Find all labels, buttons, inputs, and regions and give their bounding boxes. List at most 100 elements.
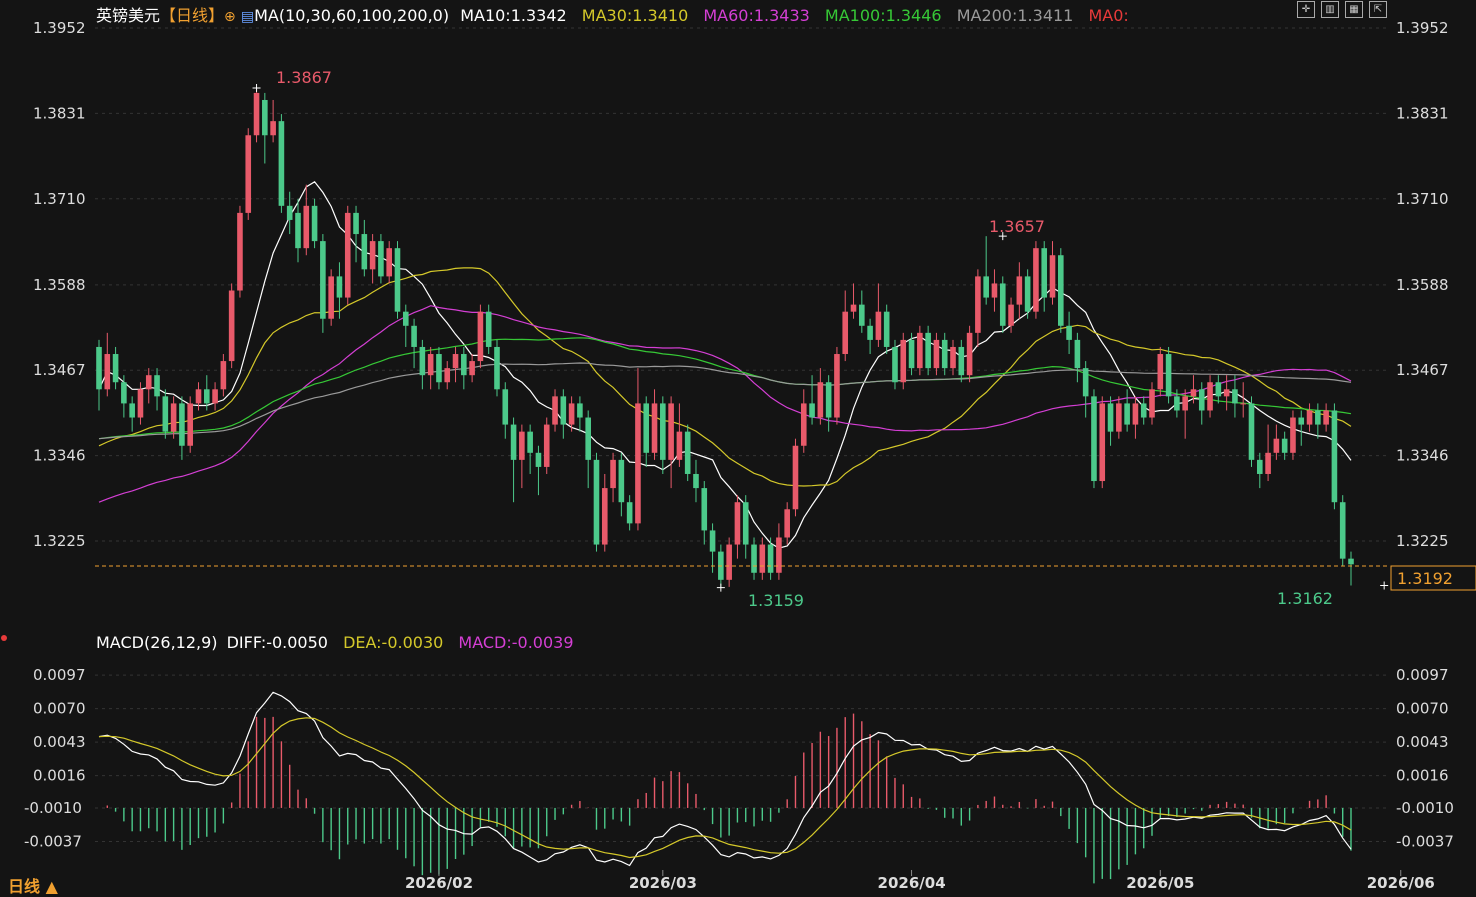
candle-up[interactable] bbox=[875, 283, 882, 347]
zoom-out-tool-icon[interactable]: ▦ bbox=[1345, 1, 1363, 18]
candle-down[interactable] bbox=[958, 339, 965, 383]
candle-down[interactable] bbox=[941, 332, 948, 376]
candle-down[interactable] bbox=[1024, 269, 1031, 319]
candlestick-series[interactable] bbox=[96, 87, 1354, 588]
candle-down[interactable] bbox=[129, 396, 135, 432]
candle-down[interactable] bbox=[510, 417, 517, 503]
candle-down[interactable] bbox=[1165, 346, 1172, 404]
candle-up[interactable] bbox=[220, 354, 227, 397]
candle-down[interactable] bbox=[411, 318, 417, 369]
candle-down[interactable] bbox=[643, 396, 650, 467]
candle-up[interactable] bbox=[776, 523, 782, 580]
candle-down[interactable] bbox=[751, 537, 757, 580]
candle-down[interactable] bbox=[1140, 396, 1147, 425]
candle-up[interactable] bbox=[328, 269, 334, 326]
candle-down[interactable] bbox=[577, 396, 583, 432]
candle-up[interactable] bbox=[601, 473, 608, 552]
candle-down[interactable] bbox=[892, 339, 898, 390]
candle-up[interactable] bbox=[1306, 403, 1313, 432]
candle-down[interactable] bbox=[1256, 452, 1263, 489]
candle-down[interactable] bbox=[925, 325, 931, 376]
fullscreen-tool-icon[interactable]: ⇱ bbox=[1369, 1, 1387, 18]
candle-up[interactable] bbox=[734, 495, 741, 559]
candle-down[interactable] bbox=[278, 114, 285, 213]
candle-up[interactable] bbox=[800, 389, 807, 453]
candle-up[interactable] bbox=[792, 438, 799, 517]
candle-up[interactable] bbox=[784, 502, 790, 545]
zoom-in-tool-icon[interactable]: ▥ bbox=[1321, 1, 1339, 18]
candle-up[interactable] bbox=[469, 354, 475, 383]
candle-up[interactable] bbox=[245, 128, 252, 220]
candle-down[interactable] bbox=[626, 495, 633, 531]
candle-down[interactable] bbox=[742, 495, 749, 559]
candle-down[interactable] bbox=[1041, 241, 1048, 312]
crosshair-tool-icon[interactable]: ✛ bbox=[1297, 1, 1315, 18]
candle-down[interactable] bbox=[684, 424, 691, 482]
candle-up[interactable] bbox=[1182, 389, 1188, 439]
candle-down[interactable] bbox=[295, 198, 301, 263]
candle-down[interactable] bbox=[154, 368, 160, 411]
candle-down[interactable] bbox=[262, 92, 268, 164]
candle-up[interactable] bbox=[817, 368, 824, 425]
candle-down[interactable] bbox=[121, 375, 127, 418]
candle-down[interactable] bbox=[883, 304, 890, 355]
candle-up[interactable] bbox=[270, 99, 276, 143]
candle-up[interactable] bbox=[1016, 262, 1023, 319]
candle-down[interactable] bbox=[825, 375, 832, 432]
period-switch[interactable]: 日线 ▲ bbox=[8, 873, 58, 897]
candle-up[interactable] bbox=[900, 332, 907, 390]
candle-down[interactable] bbox=[1298, 410, 1305, 446]
candle-down[interactable] bbox=[527, 424, 533, 474]
candle-up[interactable] bbox=[1273, 424, 1280, 460]
candle-down[interactable] bbox=[436, 346, 442, 390]
candle-up[interactable] bbox=[1099, 396, 1106, 489]
candle-up[interactable] bbox=[253, 87, 260, 143]
candle-up[interactable] bbox=[917, 325, 923, 376]
candle-up[interactable] bbox=[452, 346, 459, 383]
ma-settings-icon[interactable]: ▤ bbox=[241, 9, 254, 25]
candle-up[interactable] bbox=[1157, 346, 1164, 397]
candle-up[interactable] bbox=[975, 269, 981, 347]
candle-down[interactable] bbox=[809, 375, 815, 425]
candle-down[interactable] bbox=[585, 410, 591, 489]
candle-up[interactable] bbox=[966, 325, 973, 383]
candle-down[interactable] bbox=[709, 523, 716, 573]
candle-down[interactable] bbox=[311, 198, 318, 249]
candle-up[interactable] bbox=[369, 234, 376, 284]
candle-down[interactable] bbox=[502, 382, 509, 439]
candle-down[interactable] bbox=[1124, 389, 1130, 432]
candle-down[interactable] bbox=[560, 389, 567, 439]
candle-down[interactable] bbox=[1248, 396, 1255, 467]
candle-down[interactable] bbox=[1315, 403, 1321, 439]
candle-up[interactable] bbox=[543, 417, 550, 474]
candle-down[interactable] bbox=[693, 459, 699, 503]
candle-down[interactable] bbox=[999, 276, 1006, 333]
candle-up[interactable] bbox=[187, 396, 194, 453]
candle-up[interactable] bbox=[850, 283, 857, 319]
candle-up[interactable] bbox=[145, 368, 152, 404]
candle-down[interactable] bbox=[320, 234, 326, 333]
candle-up[interactable] bbox=[676, 403, 683, 467]
candle-down[interactable] bbox=[1091, 389, 1097, 489]
candle-up[interactable] bbox=[519, 424, 525, 489]
candle-up[interactable] bbox=[237, 205, 243, 298]
candle-down[interactable] bbox=[1198, 382, 1205, 425]
candle-down[interactable] bbox=[378, 234, 384, 284]
candle-up[interactable] bbox=[1033, 241, 1039, 319]
candle-up[interactable] bbox=[427, 346, 434, 390]
candle-down[interactable] bbox=[1066, 311, 1072, 355]
candle-up[interactable] bbox=[1149, 382, 1155, 425]
candle-up[interactable] bbox=[344, 205, 351, 305]
candle-down[interactable] bbox=[1232, 375, 1238, 418]
candle-up[interactable] bbox=[759, 537, 766, 580]
candle-up[interactable] bbox=[651, 389, 658, 460]
candle-up[interactable] bbox=[104, 332, 111, 397]
candle-down[interactable] bbox=[867, 318, 873, 355]
add-indicator-icon[interactable]: ⊕ bbox=[224, 9, 236, 25]
candle-down[interactable] bbox=[1074, 332, 1081, 383]
candle-down[interactable] bbox=[1339, 495, 1346, 566]
candle-down[interactable] bbox=[419, 339, 426, 390]
candle-down[interactable] bbox=[1107, 396, 1114, 446]
candle-up[interactable] bbox=[386, 241, 392, 284]
candle-down[interactable] bbox=[1215, 375, 1222, 404]
